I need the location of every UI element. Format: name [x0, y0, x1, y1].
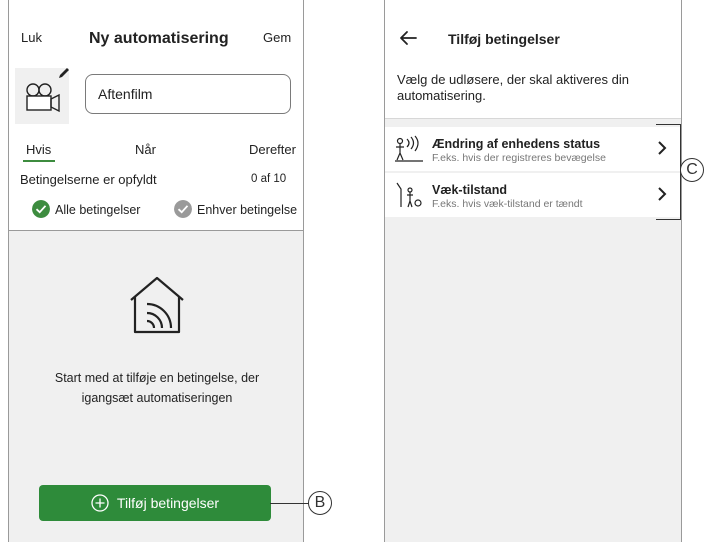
automation-image-picker[interactable] — [15, 68, 69, 124]
any-condition-option[interactable]: Enhver betingelse — [197, 203, 297, 217]
conditions-met-label: Betingelserne er opfyldt — [20, 172, 157, 187]
conditions-count: 0 af 10 — [251, 173, 287, 185]
close-button[interactable]: Luk — [21, 30, 42, 45]
callout-line — [270, 503, 310, 505]
page-title: Tilføj betingelser — [448, 31, 560, 47]
callout-label: C — [686, 161, 698, 178]
empty-message-line: Start med at tilføje en betingelse, der — [54, 371, 260, 385]
add-conditions-label: Tilføj betingelser — [116, 495, 220, 511]
check-circle-icon[interactable] — [174, 200, 192, 218]
save-button[interactable]: Gem — [263, 30, 291, 45]
empty-state-message: Start med at tilføje en betingelse, der … — [9, 368, 305, 408]
condition-subtitle: F.eks. hvis der registreres bevægelse — [432, 152, 606, 164]
add-conditions-button[interactable]: Tilføj betingelser — [39, 485, 271, 521]
chevron-right-icon — [658, 141, 667, 155]
chevron-right-icon — [658, 187, 667, 201]
page-title: Ny automatisering — [89, 30, 229, 47]
callout-c: C — [680, 158, 704, 182]
instructions-text: Vælg de udløsere, der skal aktiveres din… — [397, 72, 629, 103]
callout-b: B — [308, 491, 332, 515]
automation-name-field[interactable] — [85, 74, 291, 114]
person-away-icon — [396, 182, 422, 208]
motion-sensor-icon — [395, 135, 423, 162]
condition-title: Ændring af enhedens status — [432, 137, 601, 151]
new-automation-screen: Luk Ny automatisering Gem Hvis Når Deref… — [8, 0, 304, 542]
callout-bracket-top — [656, 124, 680, 126]
condition-device-status[interactable]: Ændring af enhedens status F.eks. hvis d… — [385, 127, 681, 171]
tab-when[interactable]: Når — [135, 142, 156, 157]
all-conditions-option[interactable]: Alle betingelser — [55, 203, 140, 217]
active-tab-indicator — [23, 160, 55, 162]
back-arrow-icon[interactable] — [399, 30, 417, 46]
callout-label: B — [314, 494, 326, 511]
check-circle-icon[interactable] — [32, 200, 50, 218]
empty-message-line: igangsæt automatiseringen — [81, 391, 233, 405]
callout-bracket-bottom — [656, 219, 680, 221]
edit-pencil-icon[interactable] — [57, 66, 71, 80]
tab-then[interactable]: Derefter — [249, 142, 296, 157]
condition-subtitle: F.eks. hvis væk-tilstand er tændt — [432, 198, 583, 210]
condition-title: Væk-tilstand — [432, 183, 508, 197]
condition-away-mode[interactable]: Væk-tilstand F.eks. hvis væk-tilstand er… — [385, 173, 681, 217]
add-conditions-screen: Tilføj betingelser Vælg de udløsere, der… — [384, 0, 682, 542]
tab-if[interactable]: Hvis — [26, 142, 51, 157]
plus-circle-icon — [91, 494, 109, 512]
smart-home-icon — [130, 276, 184, 334]
